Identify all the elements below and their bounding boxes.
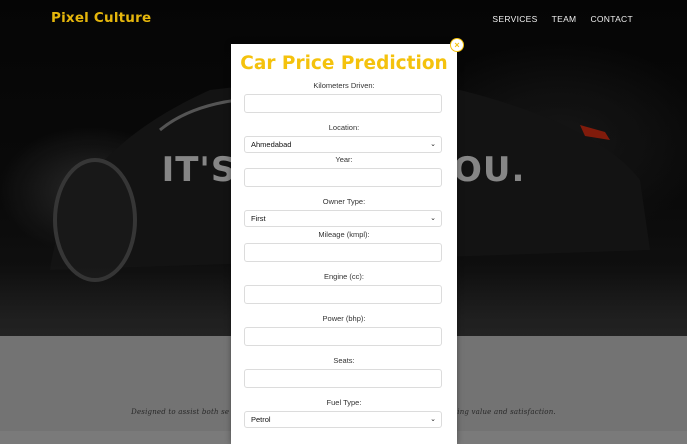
owner-type-selected-value: First — [251, 214, 266, 223]
chevron-down-icon: ⌄ — [430, 416, 436, 423]
engine-label: Engine (cc): — [323, 272, 365, 281]
power-input[interactable] — [244, 327, 442, 346]
prediction-modal: Car Price Prediction Kilometers Driven: … — [231, 44, 457, 444]
chevron-down-icon: ⌄ — [430, 141, 436, 148]
modal-title: Car Price Prediction — [240, 53, 448, 74]
location-selected-value: Ahmedabad — [251, 140, 292, 149]
fuel-type-selected-value: Petrol — [251, 415, 271, 424]
year-label: Year: — [335, 155, 353, 164]
close-icon: × — [454, 40, 460, 50]
power-label: Power (bhp): — [322, 314, 366, 323]
chevron-down-icon: ⌄ — [430, 215, 436, 222]
fuel-type-label: Fuel Type: — [326, 398, 362, 407]
mileage-label: Mileage (kmpl): — [318, 230, 370, 239]
engine-input[interactable] — [244, 285, 442, 304]
location-label: Location: — [328, 123, 360, 132]
owner-type-select[interactable]: First ⌄ — [244, 210, 442, 227]
year-input[interactable] — [244, 168, 442, 187]
seats-input[interactable] — [244, 369, 442, 388]
mileage-input[interactable] — [244, 243, 442, 262]
fuel-type-select[interactable]: Petrol ⌄ — [244, 411, 442, 428]
kilometers-label: Kilometers Driven: — [313, 81, 375, 90]
owner-type-label: Owner Type: — [322, 197, 366, 206]
seats-label: Seats: — [333, 356, 355, 365]
kilometers-input[interactable] — [244, 94, 442, 113]
location-select[interactable]: Ahmedabad ⌄ — [244, 136, 442, 153]
close-modal-button[interactable]: × — [450, 38, 464, 52]
